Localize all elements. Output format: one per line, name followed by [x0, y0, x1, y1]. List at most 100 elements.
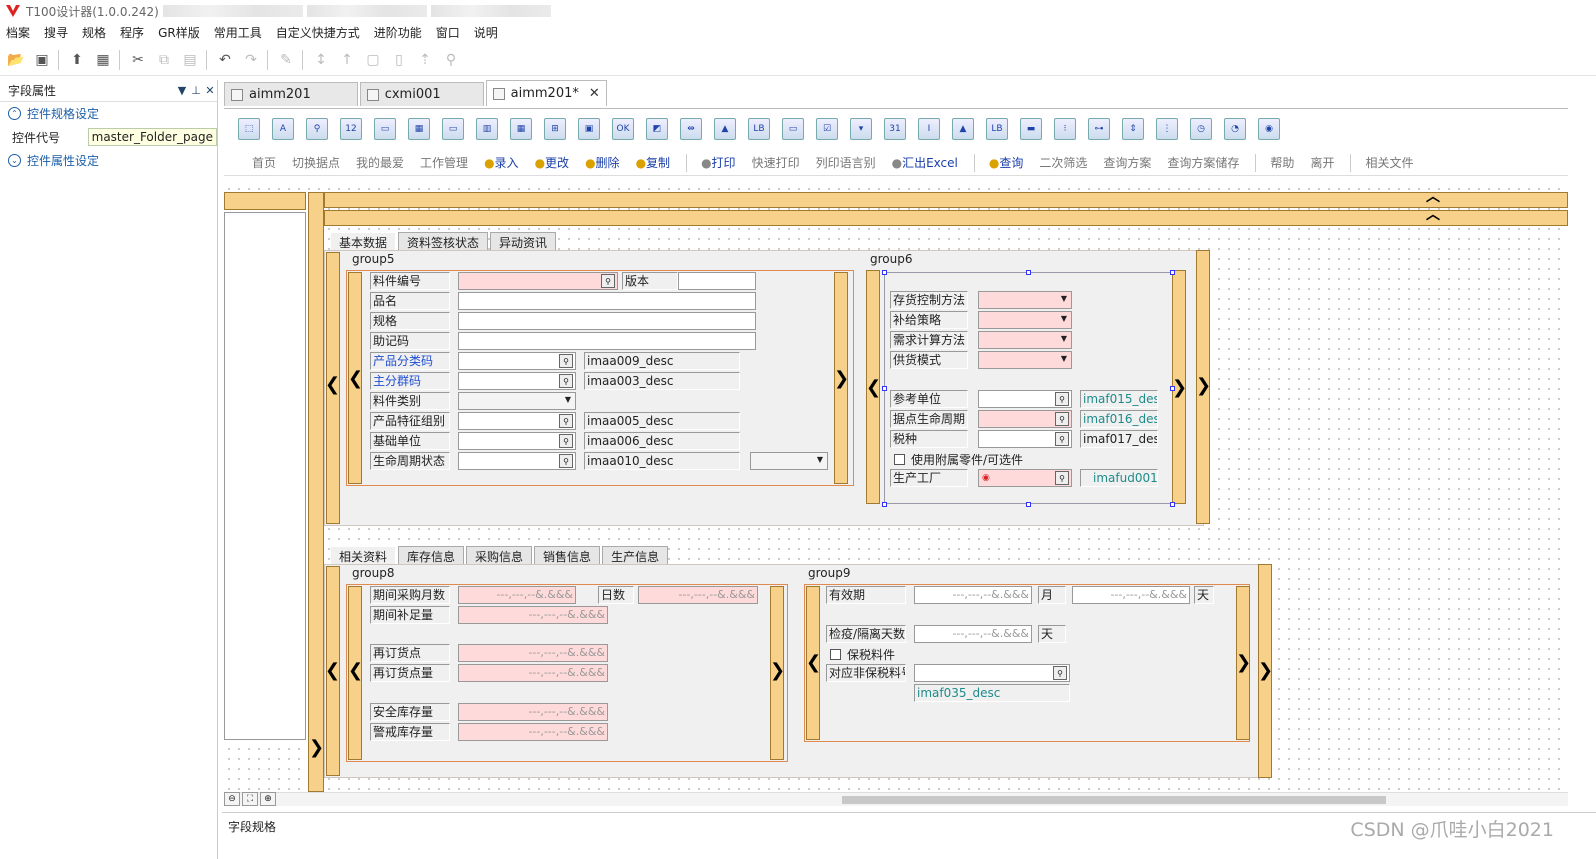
label-box-icon[interactable]: LB [748, 117, 770, 140]
image-icon[interactable]: ◩ [646, 117, 668, 140]
checklist-icon[interactable]: ☑ [816, 117, 838, 140]
action-print[interactable]: ●打印 [701, 154, 736, 171]
item-no-input[interactable]: ⚲ [458, 272, 618, 290]
action-print-language[interactable]: 列印语言别 [816, 154, 876, 171]
product-category-input[interactable]: ⚲ [458, 352, 576, 370]
inventory-control-select[interactable]: ▼ [978, 291, 1072, 309]
lifecycle-status-input[interactable]: ⚲ [458, 452, 576, 470]
copy-icon[interactable]: ⧉ [154, 50, 174, 70]
chevron-left-icon[interactable]: ❮ [348, 662, 363, 680]
tax-type-input[interactable]: ⚲ [978, 430, 1072, 448]
move-up-icon[interactable]: ↑ [337, 50, 357, 70]
paste-icon[interactable]: ▤ [180, 50, 200, 70]
menu-tools[interactable]: 常用工具 [214, 24, 262, 41]
tab-production-info[interactable]: 生产信息 [602, 546, 669, 566]
combo-icon[interactable]: ▾ [850, 117, 872, 140]
action-query[interactable]: ●查询 [989, 154, 1024, 171]
ref-unit-input[interactable]: ⚲ [978, 390, 1072, 408]
image2-icon[interactable]: ▲ [952, 117, 974, 140]
screen-icon[interactable]: ▣ [578, 117, 600, 140]
action-insert[interactable]: ●录入 [484, 154, 519, 171]
action-switch-site[interactable]: 切换据点 [292, 154, 340, 171]
header-bar-1[interactable] [324, 192, 1568, 208]
production-plant-input[interactable]: ◉ ⚲ [978, 469, 1072, 487]
tab-approval-status[interactable]: 资料签核状态 [398, 232, 489, 252]
resize-handle[interactable] [882, 386, 887, 391]
chevron-right-icon[interactable]: ❯ [834, 370, 849, 388]
tab-change-info[interactable]: 异动资讯 [490, 232, 557, 252]
progress-icon[interactable]: ▬ [1020, 117, 1042, 140]
query-icon[interactable]: ⚲ [1055, 392, 1069, 406]
menu-search[interactable]: 搜寻 [44, 24, 68, 41]
undo-icon[interactable]: ↶ [215, 50, 235, 70]
folder-tab-icon[interactable]: ▭ [442, 117, 464, 140]
action-secondary-filter[interactable]: 二次筛选 [1039, 154, 1087, 171]
query-icon[interactable]: ⚲ [559, 374, 573, 388]
tab-sales-info[interactable]: 销售信息 [534, 546, 601, 566]
open-folder-icon[interactable]: 📂 [6, 50, 26, 70]
window-icon[interactable]: ▭ [374, 117, 396, 140]
menu-gr-template[interactable]: GR样版 [158, 24, 200, 41]
chevron-right-icon[interactable]: ❯ [1258, 662, 1273, 680]
link-icon[interactable]: ⇹ [680, 117, 702, 140]
action-related-docs[interactable]: 相关文件 [1365, 154, 1413, 171]
close-icon[interactable]: ✕ [203, 84, 217, 97]
tab-cxmi001[interactable]: cxmi001 [359, 82, 484, 106]
lifecycle-select[interactable]: ▼ [750, 452, 828, 470]
resize-handle[interactable] [1170, 270, 1175, 275]
design-canvas[interactable]: ︿ ︿ ❯ 基本数据 资料签核状态 异动资讯 ❮ group5 ❮ ❯ 料件编号… [224, 184, 1568, 792]
action-home[interactable]: 首页 [252, 154, 276, 171]
table-icon[interactable]: ▦ [408, 117, 430, 140]
action-modify[interactable]: ●更改 [535, 154, 570, 171]
date-icon[interactable]: 31 [884, 117, 906, 140]
resize-handle[interactable] [1170, 502, 1175, 507]
expand-right-icon[interactable]: ❯ [309, 739, 324, 757]
move-updown-icon[interactable]: ↕ [311, 50, 331, 70]
safety-stock-input[interactable]: ---,---,--&.&&& [458, 703, 608, 721]
save-icon[interactable]: ▣ [32, 50, 52, 70]
chevron-left-icon[interactable]: ❮ [348, 370, 363, 388]
action-delete[interactable]: ●删除 [585, 154, 620, 171]
tab-purchase-info[interactable]: 采购信息 [466, 546, 533, 566]
fit-icon[interactable]: ⛶ [242, 792, 258, 806]
resize-handle[interactable] [1170, 386, 1175, 391]
menu-file[interactable]: 档案 [6, 24, 30, 41]
resize-handle[interactable] [882, 502, 887, 507]
header-bar-left[interactable] [224, 192, 306, 210]
label2-icon[interactable]: LB [986, 117, 1008, 140]
non-bonded-item-input[interactable]: ⚲ [914, 664, 1070, 682]
step-icon[interactable]: ⇡ [415, 50, 435, 70]
header-bar-2[interactable] [324, 210, 1568, 226]
zoom-out-icon[interactable]: ⊖ [224, 792, 240, 806]
chevron-left-icon[interactable]: ❮ [325, 662, 340, 680]
query-icon[interactable]: ⚲ [559, 434, 573, 448]
chevron-left-icon[interactable]: ❮ [325, 376, 340, 394]
menu-spec[interactable]: 规格 [82, 24, 106, 41]
chevron-left-icon[interactable]: ❮ [806, 654, 821, 672]
calendar-clock-icon[interactable]: ◔ [1224, 117, 1246, 140]
tab-related-data[interactable]: 相关资料 [330, 546, 397, 566]
action-save-query-plan[interactable]: 查询方案储存 [1167, 154, 1239, 171]
grid-icon[interactable]: ▦ [93, 50, 113, 70]
action-help[interactable]: 帮助 [1270, 154, 1294, 171]
chevron-right-icon[interactable]: ❯ [770, 662, 785, 680]
warning-stock-input[interactable]: ---,---,--&.&&& [458, 723, 608, 741]
menu-advanced[interactable]: 进阶功能 [374, 24, 422, 41]
action-exit[interactable]: 离开 [1310, 154, 1334, 171]
section-control-spec[interactable]: ⌃ 控件规格设定 [0, 102, 217, 125]
label-a-icon[interactable]: A [272, 117, 294, 140]
scroll-thumb[interactable] [842, 796, 1386, 804]
period-replenish-input[interactable]: ---,---,--&.&&& [458, 606, 608, 624]
doc-icon[interactable]: ▯ [389, 50, 409, 70]
dotted-grid-icon[interactable]: ⋮ [1156, 117, 1178, 140]
item-type-select[interactable]: ▼ [458, 392, 576, 410]
feature-group-input[interactable]: ⚲ [458, 412, 576, 430]
clock-icon[interactable]: ◷ [1190, 117, 1212, 140]
accessory-checkbox[interactable]: 使用附属零件/可选件 [894, 450, 1023, 468]
collapse-up-icon[interactable]: ︿ [1426, 208, 1440, 222]
resize-handle[interactable] [882, 270, 887, 275]
tab-aimm201-modified[interactable]: aimm201* ✕ [485, 80, 607, 106]
search-icon[interactable]: ⚲ [306, 117, 328, 140]
query-icon[interactable]: ⚲ [601, 274, 615, 288]
shelf-life-input[interactable]: ---,---,--&.&&& [914, 586, 1032, 604]
